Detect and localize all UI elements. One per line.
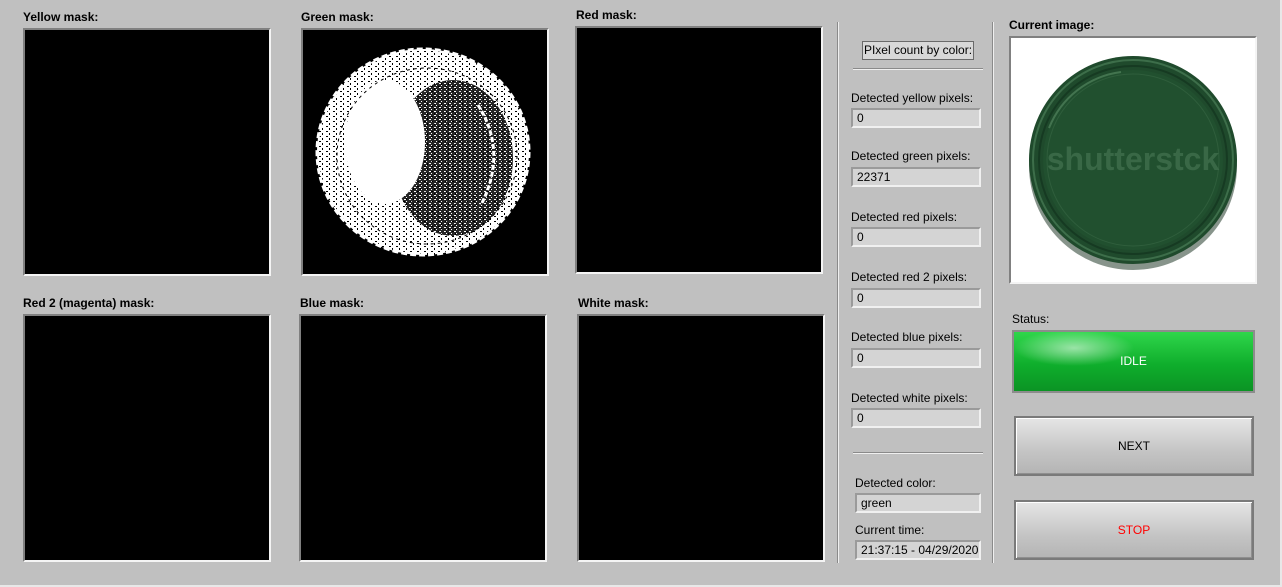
current-image-label: Current image: (1009, 18, 1095, 32)
red-mask-label: Red mask: (576, 8, 637, 22)
red-pixels-field: 0 (851, 227, 981, 247)
green-mask-label: Green mask: (301, 10, 374, 24)
blue-pixels-label: Detected blue pixels: (851, 330, 963, 344)
green-lid-image: shutterstck (1029, 56, 1237, 270)
white-pixels-field: 0 (851, 408, 981, 428)
yellow-pixels-label: Detected yellow pixels: (851, 91, 974, 105)
red2-mask-label: Red 2 (magenta) mask: (23, 296, 155, 310)
current-time-label: Current time: (855, 523, 925, 537)
pixel-count-header: PIxel count by color: (862, 41, 974, 60)
detected-color-label: Detected color: (855, 476, 936, 490)
green-pixels-field: 22371 (851, 167, 981, 187)
green-mask-image (301, 28, 549, 276)
white-mask-image (577, 314, 825, 562)
red2-mask-image (23, 314, 271, 562)
status-label: Status: (1012, 312, 1050, 326)
stop-button[interactable]: STOP (1014, 500, 1254, 560)
yellow-pixels-field: 0 (851, 108, 981, 128)
yellow-mask-label: Yellow mask: (23, 10, 99, 24)
white-pixels-label: Detected white pixels: (851, 391, 968, 405)
current-image-display: shutterstck (1009, 36, 1257, 284)
blue-mask-label: Blue mask: (300, 296, 365, 310)
status-indicator: IDLE (1012, 330, 1255, 393)
detected-color-field: green (855, 493, 981, 513)
right-divider (992, 22, 994, 563)
blue-mask-image (299, 314, 547, 562)
next-button[interactable]: NEXT (1014, 416, 1254, 476)
blue-pixels-field: 0 (851, 348, 981, 368)
current-time-field: 21:37:15 - 04/29/2020 (855, 540, 981, 560)
red-pixels-label: Detected red pixels: (851, 210, 958, 224)
red2-pixels-field: 0 (851, 288, 981, 308)
watermark-text: shutterstck (1047, 141, 1220, 177)
green-pixels-label: Detected green pixels: (851, 149, 971, 163)
pixel-count-bottom-divider (853, 452, 983, 454)
white-mask-label: White mask: (578, 296, 649, 310)
yellow-mask-image (23, 28, 271, 276)
green-mask-blob (315, 47, 531, 257)
red-mask-image (575, 26, 823, 274)
left-divider (837, 22, 839, 563)
pixel-count-top-divider (853, 68, 983, 70)
red2-pixels-label: Detected red 2 pixels: (851, 270, 968, 284)
